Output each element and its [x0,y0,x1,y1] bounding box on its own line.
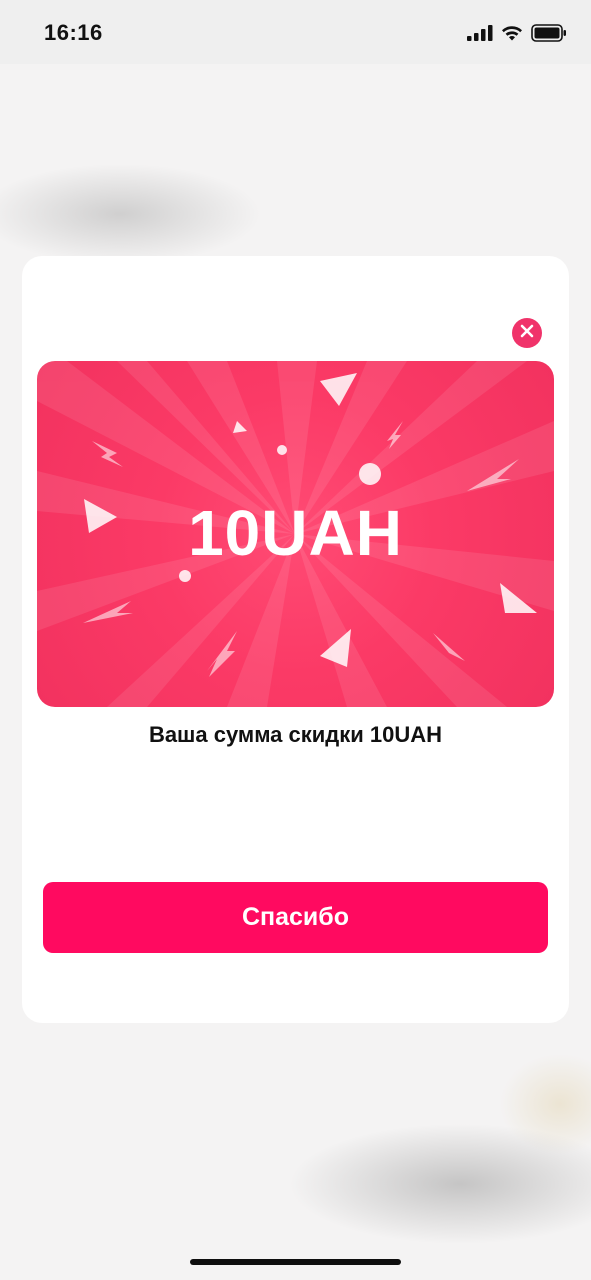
status-bar: 16:16 [0,0,591,64]
close-icon[interactable] [519,323,535,344]
home-indicator[interactable] [190,1259,401,1265]
status-icons [467,24,567,47]
close-button[interactable] [512,318,542,348]
wifi-icon [501,25,523,46]
cellular-signal-icon [467,25,493,46]
voucher-amount: 10UAH [188,497,403,569]
thanks-button[interactable]: Спасибо [43,882,548,953]
discount-voucher-card: 10UAH [37,361,554,707]
status-time: 16:16 [44,20,103,45]
discount-modal: 10UAH Ваша сумма скидки 10UAH Спасибо [22,256,569,1023]
battery-icon [531,24,567,47]
discount-message: Ваша сумма скидки 10UAH [148,722,443,747]
